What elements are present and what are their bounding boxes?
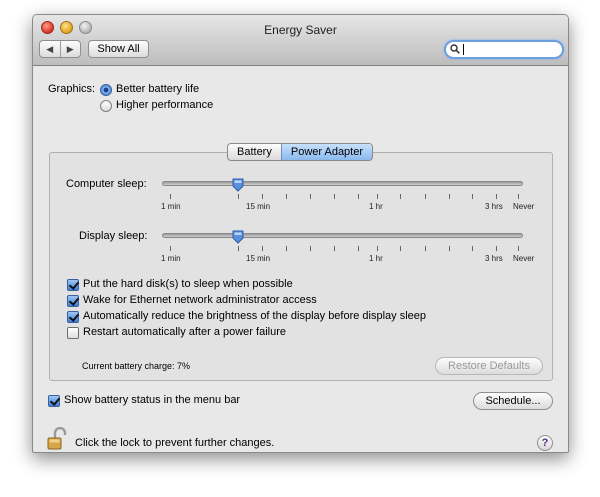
tick-mark: [496, 246, 497, 251]
window-title: Energy Saver: [264, 23, 337, 37]
tick-label: 3 hrs: [485, 202, 503, 211]
checkbox-show-battery-status[interactable]: [48, 395, 60, 407]
help-button[interactable]: ?: [537, 435, 553, 451]
radio-better-battery-life[interactable]: [100, 84, 112, 96]
tick-mark: [496, 194, 497, 199]
tick-mark: [310, 194, 311, 199]
hard-disk-sleep-label[interactable]: Put the hard disk(s) to sleep when possi…: [83, 278, 293, 290]
back-forward-control: ◀ ▶: [39, 40, 81, 58]
checkbox-reduce-brightness[interactable]: [67, 311, 79, 323]
preferences-content: Graphics: Better battery life Higher per…: [33, 67, 568, 452]
wake-for-ethernet-label[interactable]: Wake for Ethernet network administrator …: [83, 294, 317, 306]
tick-label: Never: [513, 254, 535, 263]
tick-mark: [472, 246, 473, 251]
checkbox-wake-for-ethernet[interactable]: [67, 295, 79, 307]
search-icon: [450, 44, 460, 54]
lock-icon[interactable]: [47, 427, 67, 451]
restore-defaults-button[interactable]: Restore Defaults: [435, 357, 543, 375]
tick-mark: [262, 246, 263, 251]
tick-mark: [377, 246, 378, 251]
reduce-brightness-label[interactable]: Automatically reduce the brightness of t…: [83, 310, 426, 322]
tab-bar: Battery Power Adapter: [227, 143, 374, 161]
show-battery-status-label[interactable]: Show battery status in the menu bar: [64, 394, 240, 406]
checkbox-restart-after-power-failure[interactable]: [67, 327, 79, 339]
tick-label: 1 hr: [369, 254, 383, 263]
tab-power-adapter[interactable]: Power Adapter: [280, 144, 373, 160]
computer-sleep-label: Computer sleep:: [66, 178, 147, 190]
tick-label: 15 min: [246, 202, 271, 211]
higher-performance-label[interactable]: Higher performance: [116, 99, 213, 111]
text-caret: [463, 44, 464, 55]
tick-mark: [286, 194, 287, 199]
tab-battery[interactable]: Battery: [228, 144, 281, 160]
tick-mark: [310, 246, 311, 251]
energy-saver-window: Energy Saver ◀ ▶ Show All Graphics: Bett…: [32, 14, 569, 453]
tick-mark: [472, 194, 473, 199]
tick-mark: [286, 246, 287, 251]
display-sleep-label: Display sleep:: [79, 230, 148, 242]
tick-mark: [238, 246, 239, 251]
show-all-button[interactable]: Show All: [88, 40, 149, 58]
back-arrow-icon[interactable]: ◀: [40, 41, 61, 57]
title-bar: Energy Saver ◀ ▶ Show All: [33, 15, 568, 66]
tick-label: 1 min: [161, 202, 181, 211]
tick-mark: [400, 246, 401, 251]
tick-mark: [449, 246, 450, 251]
tick-label: 1 hr: [369, 202, 383, 211]
tick-label: Never: [513, 202, 535, 211]
tick-label: 3 hrs: [485, 254, 503, 263]
tick-mark: [377, 194, 378, 199]
tick-mark: [262, 194, 263, 199]
tick-mark: [518, 246, 519, 251]
tick-mark: [334, 194, 335, 199]
lock-message: Click the lock to prevent further change…: [75, 437, 275, 449]
tick-mark: [358, 194, 359, 199]
tick-mark: [334, 246, 335, 251]
search-field[interactable]: [444, 40, 564, 59]
tick-mark: [425, 246, 426, 251]
schedule-button[interactable]: Schedule...: [473, 392, 553, 410]
graphics-label: Graphics:: [48, 83, 96, 95]
radio-higher-performance[interactable]: [100, 100, 112, 112]
tick-mark: [238, 194, 239, 199]
tick-mark: [358, 246, 359, 251]
forward-arrow-icon[interactable]: ▶: [61, 41, 81, 57]
better-battery-life-label[interactable]: Better battery life: [116, 83, 199, 95]
computer-sleep-slider-thumb[interactable]: [232, 178, 244, 192]
tick-label: 15 min: [246, 254, 271, 263]
battery-charge-status: Current battery charge: 7%: [82, 361, 191, 371]
display-sleep-slider[interactable]: [162, 233, 523, 238]
tick-mark: [170, 194, 171, 199]
display-sleep-slider-thumb[interactable]: [232, 230, 244, 244]
tick-mark: [170, 246, 171, 251]
tick-label: 1 min: [161, 254, 181, 263]
computer-sleep-slider[interactable]: [162, 181, 523, 186]
tick-mark: [449, 194, 450, 199]
tick-mark: [400, 194, 401, 199]
tick-mark: [518, 194, 519, 199]
tick-mark: [425, 194, 426, 199]
checkbox-hard-disk-sleep[interactable]: [67, 279, 79, 291]
restart-after-power-failure-label[interactable]: Restart automatically after a power fail…: [83, 326, 286, 338]
